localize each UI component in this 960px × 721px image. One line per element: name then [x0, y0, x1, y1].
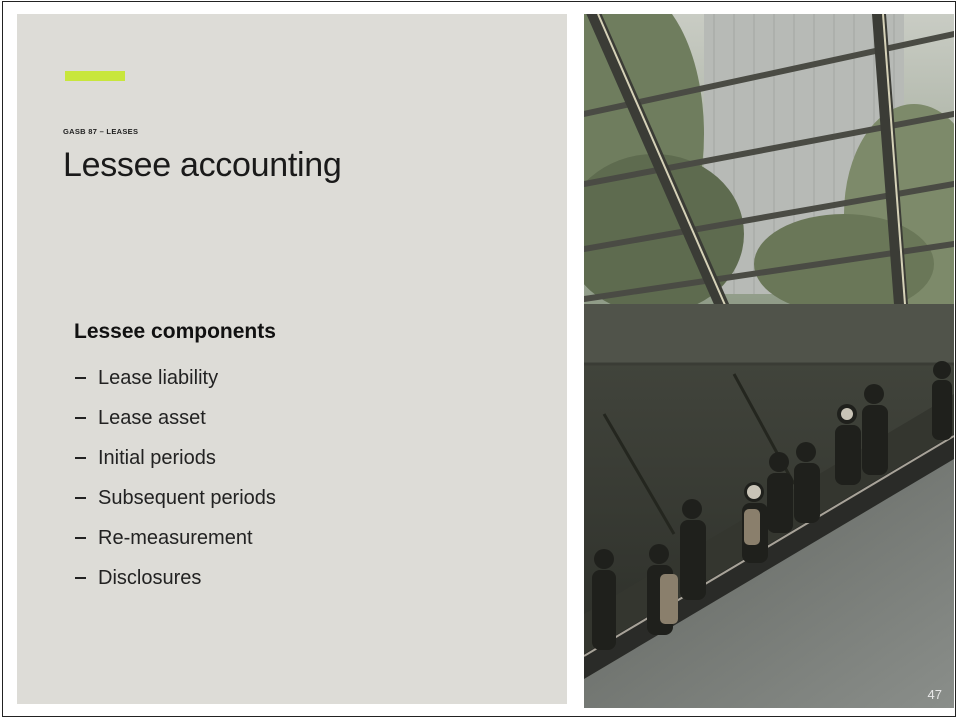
dash-bullet-icon — [75, 376, 86, 380]
content-panel: GASB 87 – LEASES Lessee accounting Lesse… — [17, 14, 567, 704]
list-item: Re-measurement — [74, 518, 276, 558]
dash-bullet-icon — [75, 416, 86, 420]
list-item-label: Lease liability — [98, 366, 219, 389]
list-item-label: Re-measurement — [98, 526, 253, 549]
list-item-label: Initial periods — [98, 446, 216, 469]
accent-bar — [65, 71, 125, 81]
components-list: Lease liability Lease asset Initial peri… — [74, 358, 276, 598]
list-item-label: Subsequent periods — [98, 486, 276, 509]
dash-bullet-icon — [75, 496, 86, 500]
escalator-photo: 47 — [584, 14, 954, 708]
list-item-label: Lease asset — [98, 406, 206, 429]
list-item: Subsequent periods — [74, 478, 276, 518]
list-item-label: Disclosures — [98, 566, 202, 589]
page-number: 47 — [927, 687, 942, 702]
list-item: Lease asset — [74, 398, 276, 438]
list-item: Disclosures — [74, 558, 276, 598]
list-item: Lease liability — [74, 358, 276, 398]
slide-title: Lessee accounting — [63, 146, 342, 184]
dash-bullet-icon — [75, 456, 86, 460]
dash-bullet-icon — [75, 576, 86, 580]
section-eyebrow: GASB 87 – LEASES — [63, 127, 139, 136]
list-item: Initial periods — [74, 438, 276, 478]
dash-bullet-icon — [75, 536, 86, 540]
components-heading: Lessee components — [74, 320, 276, 343]
